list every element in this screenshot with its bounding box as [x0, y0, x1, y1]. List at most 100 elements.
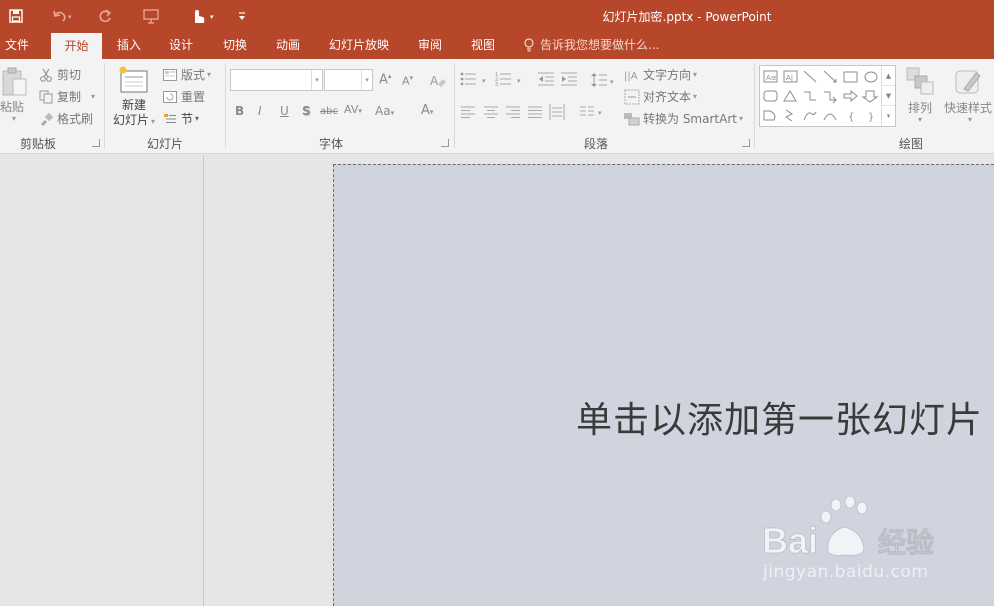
- columns-icon: ▾: [580, 106, 602, 117]
- justify-button[interactable]: [528, 106, 542, 121]
- svg-text:}: }: [868, 112, 874, 123]
- ribbon-tabs: 文件 开始 插入 设计 切换 动画 幻灯片放映 审阅 视图 告诉我您想要做什么.…: [0, 31, 994, 59]
- copy-label: 复制: [57, 90, 82, 104]
- svg-text:▾: ▾: [517, 77, 521, 85]
- cut-label: 剪切: [57, 68, 82, 82]
- change-case-icon: Aa: [375, 104, 391, 118]
- watermark-url: jingyan.baidu.com: [763, 562, 929, 582]
- slide-thumbnails-pane[interactable]: [0, 155, 204, 606]
- group-separator: [754, 63, 755, 148]
- align-left-button[interactable]: [461, 106, 475, 121]
- scissors-icon: [38, 67, 54, 83]
- layout-button[interactable]: 版式 ▾: [162, 66, 211, 83]
- arrange-button[interactable]: 排列 ▾: [900, 65, 940, 131]
- numbering-icon: 123 ▾: [495, 72, 521, 88]
- title-bar: ▾ ▾ 幻灯片加密.pptx - PowerPoint: [0, 0, 994, 31]
- paintbrush-icon: [38, 111, 54, 127]
- font-name-combo[interactable]: ▾: [230, 69, 323, 91]
- convert-smartart-button[interactable]: 转换为 SmartArt ▾: [624, 110, 743, 127]
- tab-review[interactable]: 审阅: [413, 31, 447, 59]
- copy-button[interactable]: 复制 ▾: [38, 88, 95, 105]
- clipboard-launcher-icon[interactable]: [92, 139, 100, 147]
- section-label: 节: [181, 112, 194, 126]
- tab-design[interactable]: 设计: [164, 31, 198, 59]
- document-title: 幻灯片加密.pptx - PowerPoint: [602, 10, 772, 24]
- bold-button[interactable]: B: [235, 104, 244, 118]
- paste-button[interactable]: 粘贴 ▾: [0, 65, 30, 127]
- tab-home[interactable]: 开始: [51, 33, 102, 59]
- grow-font-button[interactable]: A▴: [379, 72, 391, 87]
- clear-formatting-button[interactable]: A: [430, 73, 446, 92]
- tab-slideshow[interactable]: 幻灯片放映: [326, 31, 392, 59]
- chevron-down-icon[interactable]: ▾: [311, 70, 322, 90]
- strikethrough-button[interactable]: abc: [320, 106, 338, 117]
- tab-view[interactable]: 视图: [466, 31, 500, 59]
- svg-text:A≡: A≡: [766, 74, 777, 82]
- underline-button[interactable]: U: [280, 104, 289, 118]
- font-color-icon: A: [421, 103, 430, 118]
- increase-indent-button[interactable]: [561, 72, 577, 89]
- align-right-icon: [506, 106, 520, 118]
- tell-me-search[interactable]: 告诉我您想要做什么...: [523, 31, 659, 59]
- align-text-button[interactable]: 对齐文本 ▾: [624, 88, 697, 105]
- numbering-button[interactable]: 1 2 3 ▾: [495, 71, 525, 90]
- align-right-button[interactable]: [506, 106, 520, 121]
- bullets-icon: ▾: [460, 72, 486, 86]
- quick-styles-label: 快速样式: [944, 101, 993, 115]
- group-label-font: 字体: [319, 137, 344, 151]
- paragraph-launcher-icon[interactable]: [742, 139, 750, 147]
- font-launcher-icon[interactable]: [441, 139, 449, 147]
- text-direction-button[interactable]: ||A 文字方向 ▾: [624, 66, 697, 83]
- columns-button[interactable]: ▾: [580, 106, 606, 121]
- character-spacing-button[interactable]: AV▾: [344, 103, 362, 116]
- tab-transitions[interactable]: 切换: [218, 31, 252, 59]
- shapes-gallery[interactable]: A≡ A| { } ▲ ▼ ▾: [759, 65, 896, 127]
- change-case-button[interactable]: Aa▾: [375, 104, 394, 118]
- lightbulb-icon: [524, 38, 534, 52]
- font-size-combo[interactable]: ▾: [324, 69, 373, 91]
- arrange-icon: [906, 67, 934, 95]
- svg-text:A|: A|: [786, 74, 793, 82]
- reset-button[interactable]: 重置: [162, 88, 205, 105]
- shrink-font-icon: A: [402, 74, 410, 88]
- text-direction-icon: ||A: [624, 67, 640, 83]
- smartart-label: 转换为 SmartArt: [643, 112, 737, 126]
- svg-text:3: 3: [495, 82, 498, 87]
- line-spacing-icon: ▾: [591, 73, 614, 87]
- align-left-icon: [461, 106, 475, 118]
- tab-animations[interactable]: 动画: [271, 31, 305, 59]
- svg-text:||A: ||A: [624, 71, 638, 82]
- text-shadow-button[interactable]: S: [302, 104, 311, 118]
- shrink-font-button[interactable]: A▾: [402, 74, 413, 88]
- new-slide-label-line2: 幻灯片: [112, 113, 149, 127]
- gallery-scrollbar[interactable]: ▲ ▼ ▾: [881, 66, 895, 126]
- svg-text:▾: ▾: [610, 78, 614, 86]
- align-center-icon: [484, 106, 498, 118]
- format-painter-button[interactable]: 格式刷: [38, 110, 93, 127]
- add-first-slide-prompt[interactable]: 单击以添加第一张幻灯片: [576, 391, 983, 443]
- italic-button[interactable]: I: [258, 104, 262, 118]
- group-label-slides: 幻灯片: [147, 137, 184, 151]
- font-color-button[interactable]: A▾: [421, 103, 433, 118]
- ribbon: 粘贴 ▾ 剪切 复制 ▾ 格式刷 剪贴板 新建 幻灯片 ▾ 版式 ▾ 重置 节 ▾ 幻灯…: [0, 59, 994, 154]
- section-icon: [162, 111, 178, 127]
- distributed-button[interactable]: [549, 104, 565, 123]
- italic-icon: I: [258, 104, 262, 118]
- align-center-button[interactable]: [484, 106, 498, 121]
- quick-styles-button[interactable]: 快速样式 ▾: [942, 65, 994, 131]
- increase-indent-icon: [561, 72, 577, 86]
- tab-file[interactable]: 文件: [0, 31, 34, 59]
- section-button[interactable]: 节 ▾: [162, 110, 199, 127]
- chevron-down-icon[interactable]: ▾: [361, 70, 372, 90]
- eraser-icon: A: [430, 74, 446, 88]
- tab-insert[interactable]: 插入: [112, 31, 146, 59]
- decrease-indent-button[interactable]: [538, 72, 554, 89]
- svg-text:▾: ▾: [482, 77, 486, 85]
- new-slide-button[interactable]: 新建 幻灯片 ▾: [109, 63, 159, 131]
- justify-icon: [528, 106, 542, 118]
- reset-label: 重置: [181, 90, 206, 104]
- character-spacing-icon: AV: [344, 103, 359, 116]
- cut-button[interactable]: 剪切: [38, 66, 81, 83]
- line-spacing-button[interactable]: ▾: [591, 72, 617, 91]
- bullets-button[interactable]: ▾: [460, 71, 490, 90]
